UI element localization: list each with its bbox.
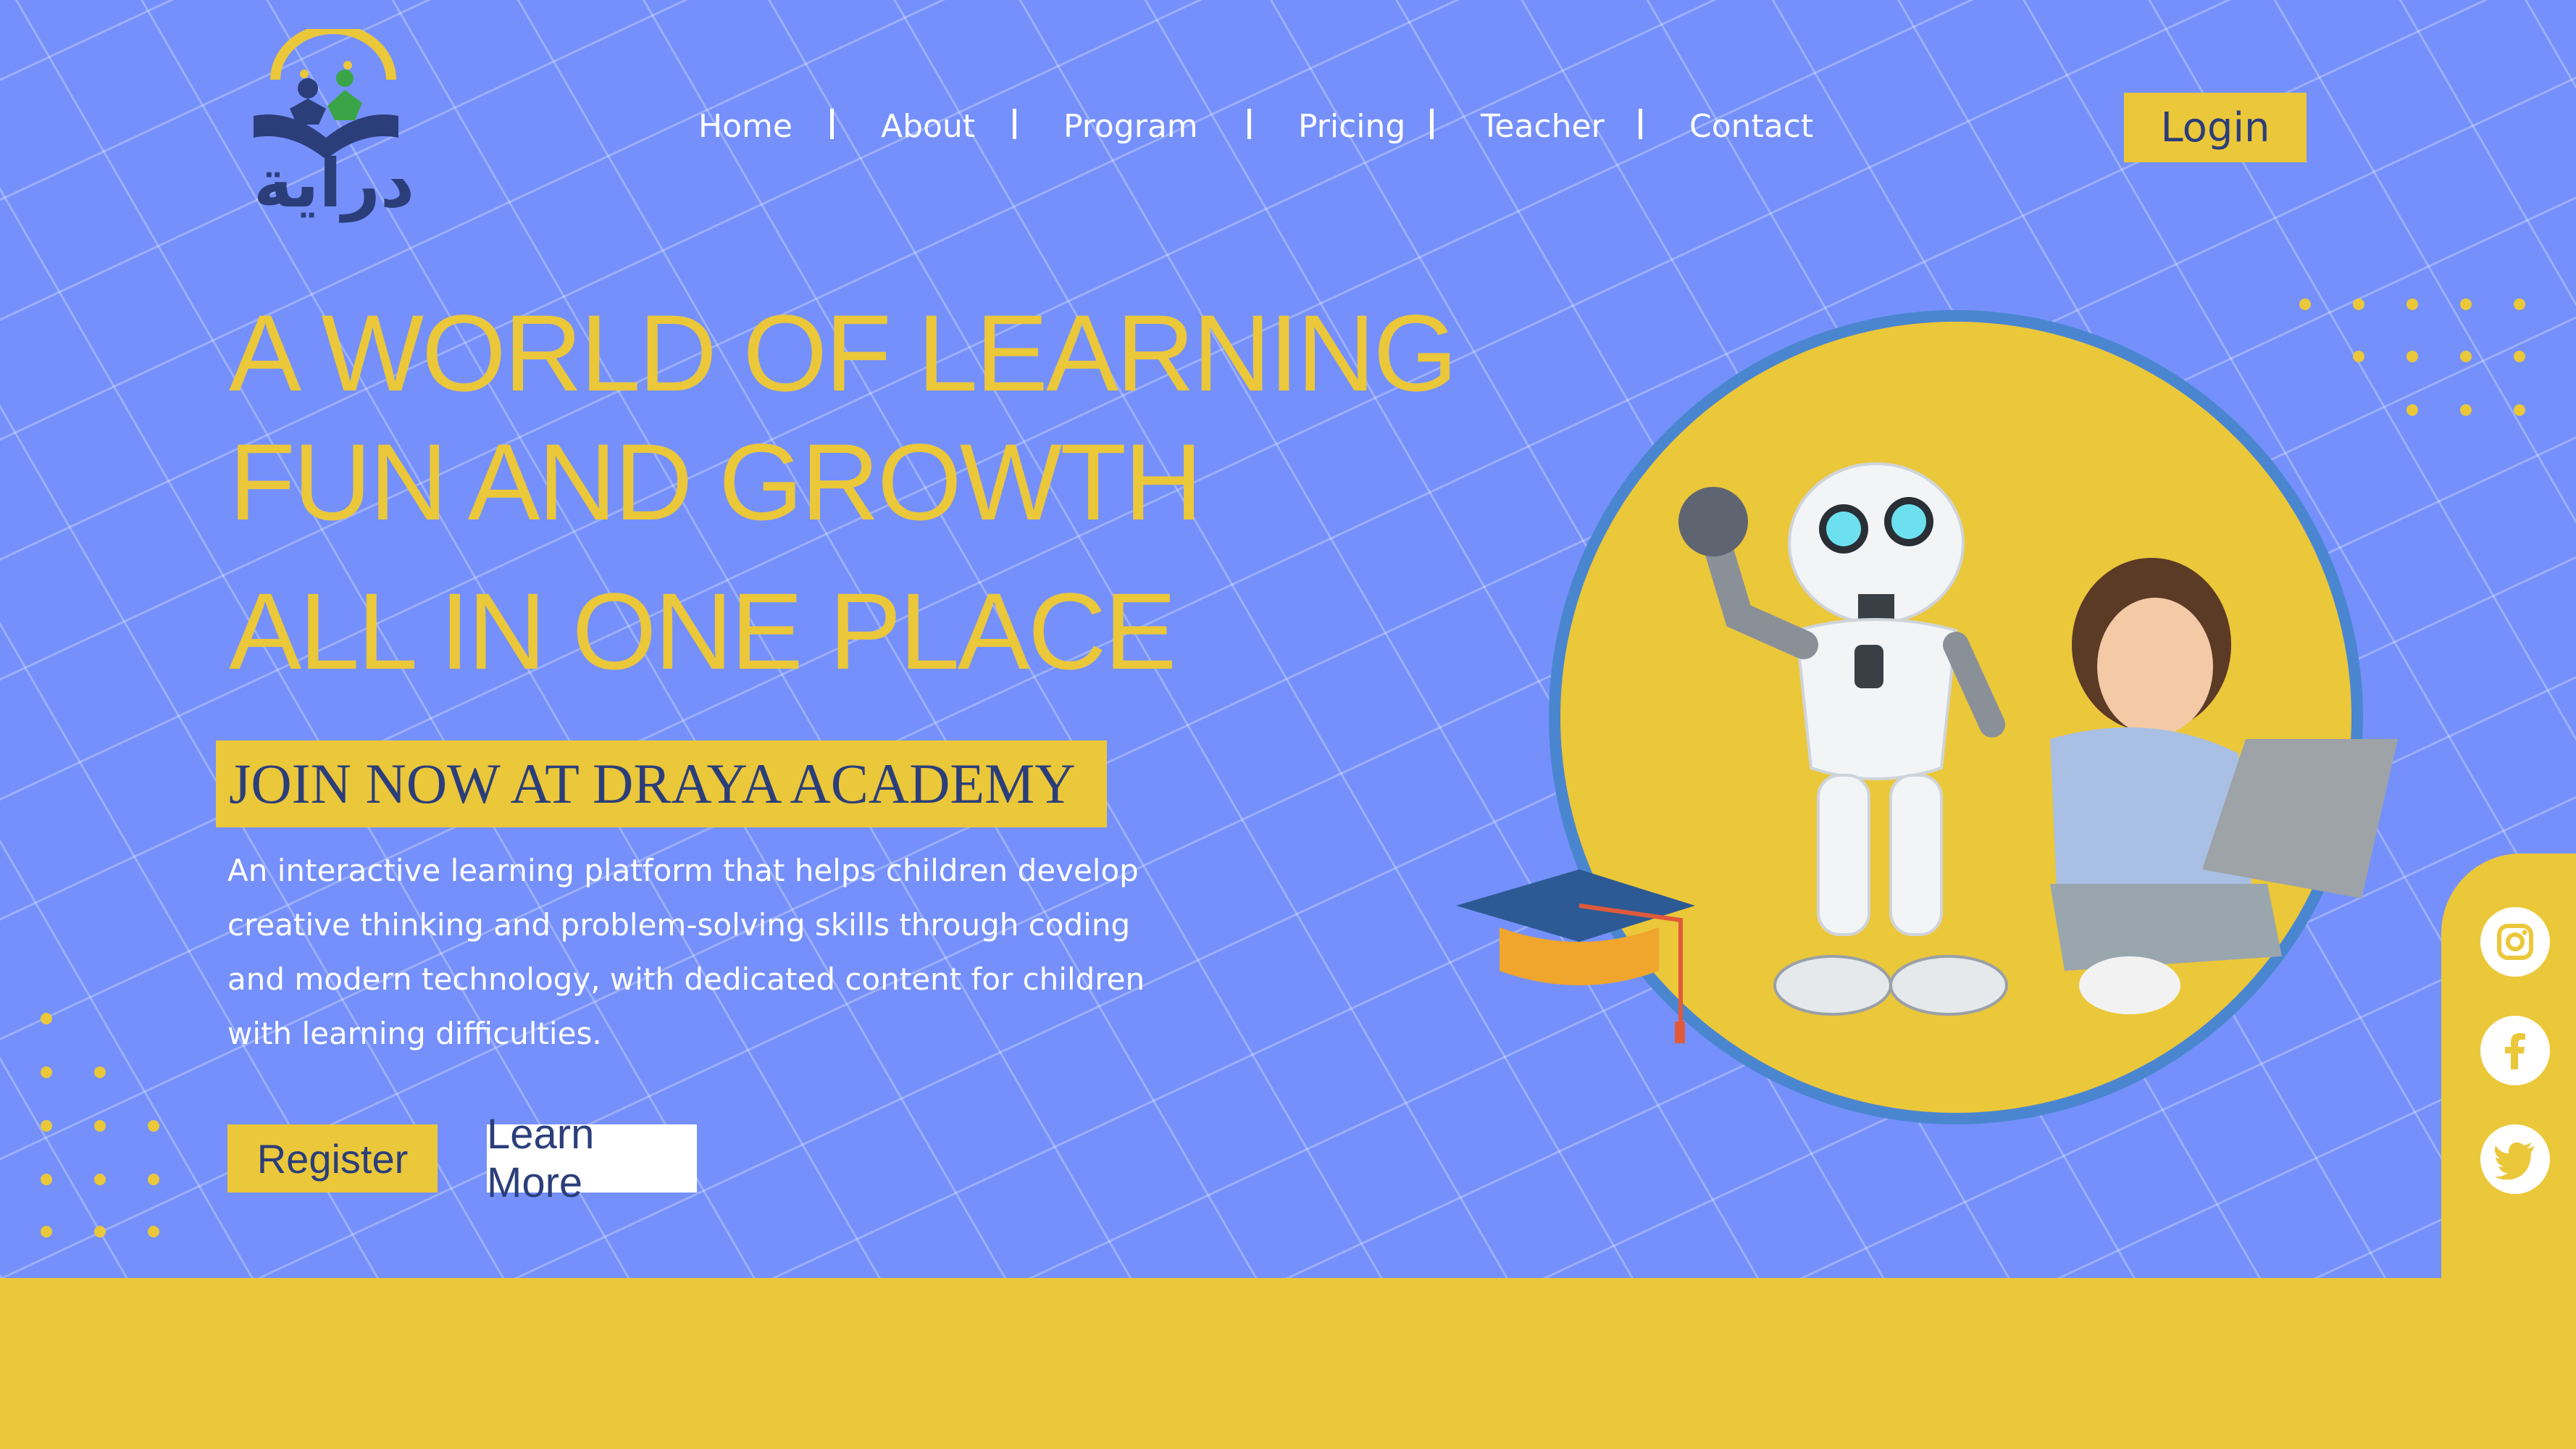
nav-separator: [1013, 109, 1016, 139]
nav-item-pricing[interactable]: Pricing: [1298, 101, 1405, 152]
nav-item-contact[interactable]: Contact: [1689, 101, 1813, 152]
description-line: with learning difficulties.: [227, 1016, 602, 1051]
decorative-dots-left: [41, 1013, 159, 1237]
facebook-button[interactable]: [2480, 1016, 2550, 1085]
description-line: creative thinking and problem-solving sk…: [227, 907, 1131, 943]
nav-item-about[interactable]: About: [881, 101, 975, 152]
instagram-icon: [2497, 924, 2533, 960]
nav-separator: [1639, 109, 1642, 139]
hero-headline-line-3: ALL IN ONE PLACE: [229, 570, 1176, 692]
draya-logo[interactable]: دراية: [246, 24, 414, 222]
hero-photo: [1456, 310, 2398, 1124]
nav-separator: [1247, 109, 1251, 139]
nav-item-teacher[interactable]: Teacher: [1481, 101, 1605, 152]
description-line: An interactive learning platform that he…: [227, 853, 1139, 888]
hero-headline-line-2: FUN AND GROWTH: [229, 421, 1203, 543]
logo-text: دراية: [254, 145, 415, 222]
twitter-button[interactable]: [2480, 1124, 2550, 1194]
nav-item-program[interactable]: Program: [1063, 101, 1198, 152]
nav-separator: [1430, 109, 1434, 139]
facebook-icon: [2505, 1033, 2525, 1069]
twitter-icon: [2494, 1142, 2534, 1179]
description-line: and modern technology, with dedicated co…: [227, 961, 1145, 997]
instagram-button[interactable]: [2480, 907, 2550, 977]
register-button[interactable]: Register: [227, 1124, 438, 1193]
learn-more-button[interactable]: Learn More: [487, 1111, 697, 1206]
bottom-band: [0, 1278, 2576, 1449]
hero-description: An interactive learning platform that he…: [227, 843, 1198, 1061]
login-button[interactable]: Login: [2124, 93, 2307, 162]
nav-separator: [830, 109, 834, 139]
nav-item-home[interactable]: Home: [698, 101, 793, 152]
hero-headline-line-1: A WORLD OF LEARNING: [229, 292, 1458, 414]
join-badge: JOIN NOW AT DRAYA ACADEMY: [216, 740, 1107, 827]
